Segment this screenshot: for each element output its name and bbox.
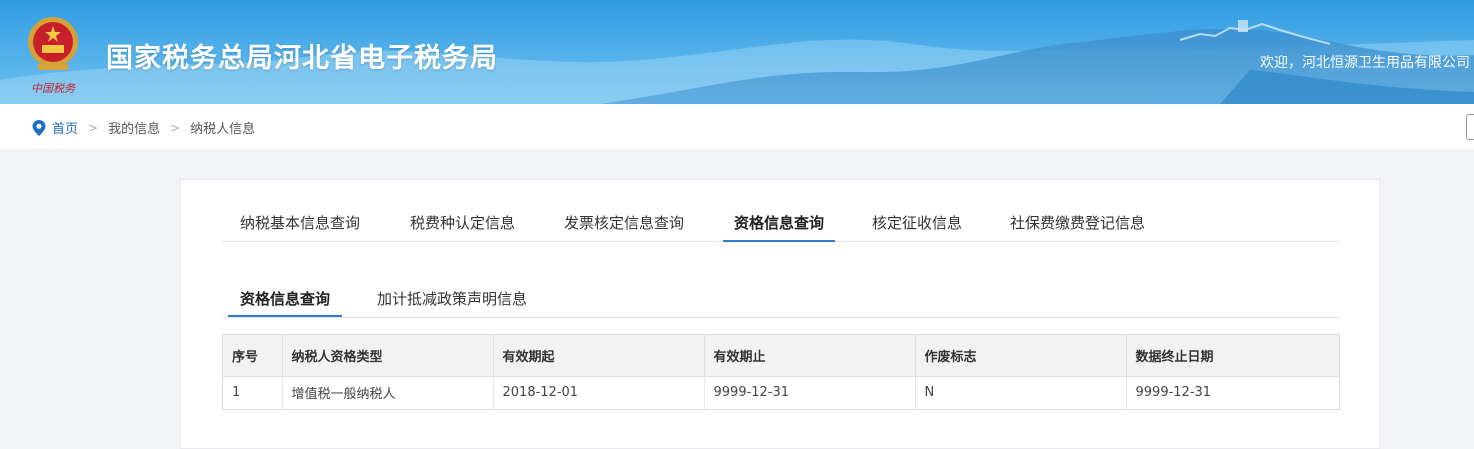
location-pin-icon [32,119,46,136]
site-title: 国家税务总局河北省电子税务局 [106,43,498,74]
side-panel-toggle[interactable] [1466,114,1474,140]
column-header: 数据终止日期 [1126,335,1339,377]
column-header: 序号 [223,335,283,377]
breadcrumb-separator: > [88,120,99,135]
tab-tax-type[interactable]: 税费种认定信息 [410,212,515,241]
subtab-deduction-policy[interactable]: 加计抵减政策声明信息 [377,288,527,317]
tab-invoice-info[interactable]: 发票核定信息查询 [564,212,684,241]
column-header: 有效期起 [493,335,705,377]
tab-qualification[interactable]: 资格信息查询 [722,212,836,242]
column-header: 有效期止 [704,335,916,377]
content-card: 纳税基本信息查询 税费种认定信息 发票核定信息查询 资格信息查询 核定征收信息 … [180,179,1380,449]
main-tab-bar: 纳税基本信息查询 税费种认定信息 发票核定信息查询 资格信息查询 核定征收信息 … [222,180,1340,242]
breadcrumb-current: 纳税人信息 [190,122,256,137]
tax-emblem-icon: 中国税务 [28,17,78,95]
table-cell: 9999-12-31 [704,376,916,409]
breadcrumb-bar: 首页 > 我的信息 > 纳税人信息 [0,104,1474,149]
column-header: 纳税人资格类型 [282,335,494,377]
tab-social-insurance[interactable]: 社保费缴费登记信息 [1010,212,1145,241]
sub-tab-bar: 资格信息查询 加计抵减政策声明信息 [222,268,1340,318]
breadcrumb: 首页 > 我的信息 > 纳税人信息 [32,118,255,137]
tab-basic-info[interactable]: 纳税基本信息查询 [240,212,360,241]
column-header: 作废标志 [915,335,1127,377]
table-cell: N [915,376,1127,409]
site-header: 中国税务 国家税务总局河北省电子税务局 欢迎，河北恒源卫生用品有限公司 [0,0,1474,104]
subtab-qualification[interactable]: 资格信息查询 [227,288,343,317]
tab-assessed-collection[interactable]: 核定征收信息 [872,212,962,241]
table-row: 1 增值税一般纳税人 2018-12-01 9999-12-31 N 9999-… [223,376,1339,409]
table-header-row: 序号 纳税人资格类型 有效期起 有效期止 作废标志 数据终止日期 [223,335,1339,377]
table-cell: 2018-12-01 [493,376,705,409]
qualification-table: 序号 纳税人资格类型 有效期起 有效期止 作废标志 数据终止日期 1 增值税一般… [222,334,1340,410]
table-cell: 9999-12-31 [1135,385,1212,401]
table-cell: 增值税一般纳税人 [282,376,494,409]
emblem-caption: 中国税务 [31,82,76,95]
breadcrumb-my-info-link[interactable]: 我的信息 [108,118,160,137]
table-cell: 1 [223,376,283,409]
breadcrumb-separator: > [170,120,181,135]
welcome-text: 欢迎，河北恒源卫生用品有限公司 [1260,55,1470,71]
breadcrumb-home-link[interactable]: 首页 [52,118,78,137]
